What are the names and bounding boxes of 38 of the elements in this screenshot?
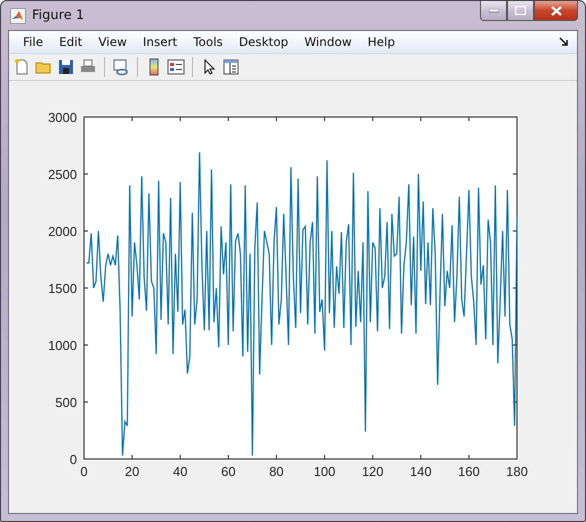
x-tick-label: 100	[314, 464, 336, 479]
save-icon[interactable]	[57, 58, 75, 76]
x-tick-label: 0	[80, 464, 88, 479]
x-tick-label: 40	[173, 464, 188, 479]
property-panel-icon[interactable]	[222, 58, 240, 76]
y-tick-label: 0	[70, 452, 77, 467]
menu-item[interactable]: Tools	[185, 35, 231, 49]
x-tick-label: 160	[458, 464, 480, 479]
y-tick-label: 1500	[48, 281, 77, 296]
close-button[interactable]	[534, 1, 578, 21]
maximize-icon	[515, 6, 526, 15]
link-plot-icon[interactable]	[112, 58, 130, 76]
y-tick-label: 2000	[48, 224, 77, 239]
close-icon	[550, 6, 562, 16]
x-tick-label: 60	[221, 464, 236, 479]
y-tick-label: 1000	[48, 338, 77, 353]
menu-item[interactable]: Insert	[134, 35, 186, 49]
menu-item[interactable]: Help	[360, 35, 403, 49]
x-tick-label: 20	[124, 464, 140, 479]
maximize-button[interactable]	[507, 1, 534, 21]
menu-item[interactable]: Desktop	[230, 35, 296, 49]
menu-item[interactable]: Window	[296, 35, 360, 49]
x-tick-label: 140	[410, 464, 432, 479]
x-tick-label: 180	[506, 464, 528, 479]
legend-icon[interactable]	[167, 58, 185, 76]
x-tick-label: 80	[269, 464, 284, 479]
minimize-icon	[488, 8, 498, 12]
x-tick-label: 120	[362, 464, 384, 479]
app-logo-icon	[10, 8, 26, 24]
y-tick-label: 500	[55, 395, 77, 410]
menu-item[interactable]: File	[15, 35, 52, 49]
menu-item[interactable]: Edit	[51, 35, 90, 49]
minimize-button[interactable]	[480, 1, 507, 21]
y-tick-label: 2500	[48, 167, 77, 182]
menu-item[interactable]: View	[90, 35, 135, 49]
y-tick-label: 3000	[48, 110, 77, 125]
window-title: Figure 1	[32, 8, 84, 23]
dock-arrow-icon[interactable]	[559, 37, 569, 47]
